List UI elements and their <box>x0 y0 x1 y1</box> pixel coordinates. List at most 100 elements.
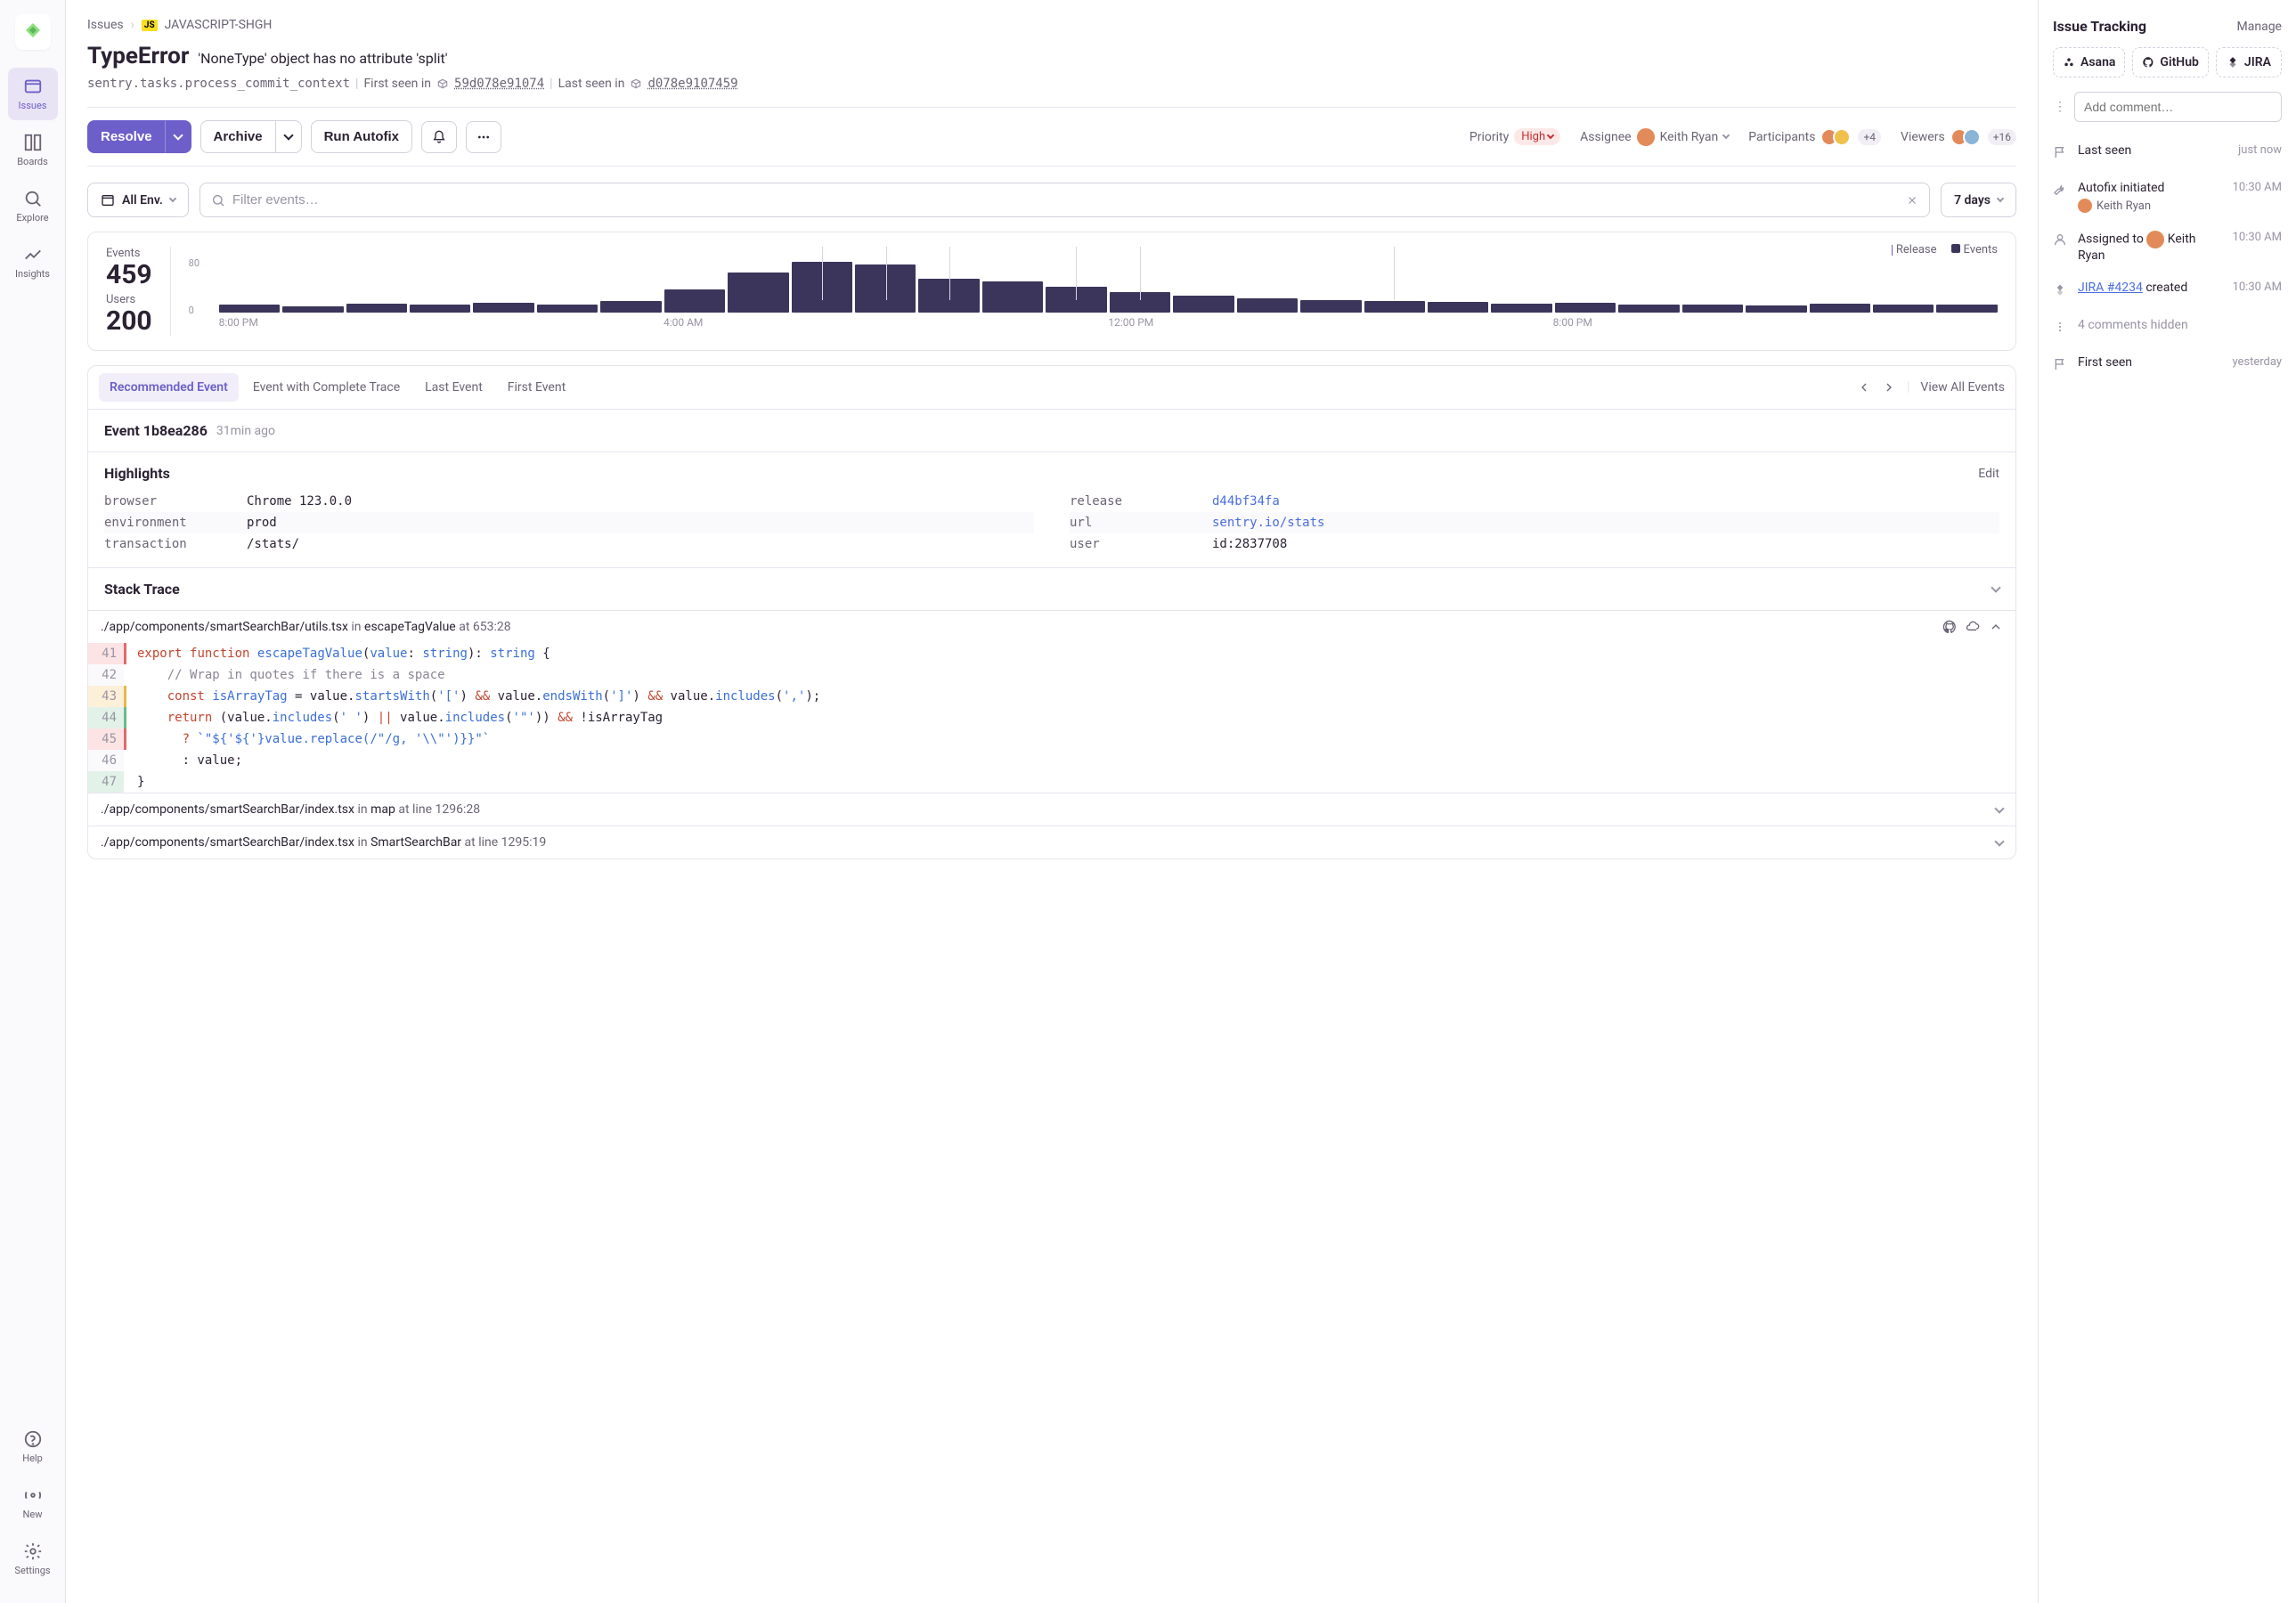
tab-recommended[interactable]: Recommended Event <box>99 373 239 402</box>
archive-button[interactable]: Archive <box>200 120 275 153</box>
resolve-dropdown[interactable] <box>165 120 191 153</box>
notifications-button[interactable] <box>421 121 457 153</box>
nav-issues[interactable]: Issues <box>8 68 58 120</box>
highlight-value: /stats/ <box>247 537 299 551</box>
user-icon <box>2053 232 2069 250</box>
highlight-key: url <box>1070 516 1212 530</box>
events-value: 459 <box>106 260 152 289</box>
jira-icon <box>2053 282 2069 300</box>
avatar <box>1963 128 1981 146</box>
last-seen-version[interactable]: d078e9107459 <box>647 77 737 91</box>
close-icon[interactable] <box>1906 194 1918 207</box>
avatar <box>1637 128 1655 146</box>
priority-group[interactable]: Priority High <box>1470 128 1560 145</box>
assignee-group[interactable]: Assignee Keith Ryan <box>1580 128 1729 146</box>
activity-title: Assigned to Keith Ryan <box>2078 231 2224 263</box>
view-all-events[interactable]: View All Events <box>1920 380 2005 395</box>
chart-bar <box>1873 305 1934 313</box>
boards-icon <box>23 133 43 152</box>
events-search-input[interactable] <box>225 183 1906 216</box>
nav-explore[interactable]: Explore <box>8 180 58 232</box>
frame-header[interactable]: ./app/components/smartSearchBar/index.ts… <box>88 793 2015 826</box>
nav-boards-label: Boards <box>17 156 48 167</box>
chevron-down-icon[interactable] <box>1994 803 2004 813</box>
frame-header[interactable]: ./app/components/smartSearchBar/index.ts… <box>88 826 2015 858</box>
nav-insights[interactable]: Insights <box>8 236 58 289</box>
chevron-down-icon <box>283 130 293 140</box>
highlights-edit[interactable]: Edit <box>1978 467 1999 481</box>
comment-input[interactable] <box>2074 92 2282 122</box>
chart-bar <box>1618 305 1679 313</box>
nav-help[interactable]: Help <box>8 1420 58 1473</box>
priority-badge: High <box>1514 128 1560 145</box>
chevron-down-icon[interactable] <box>1994 836 2004 846</box>
chevron-down-icon <box>1722 132 1730 139</box>
activity-link[interactable]: JIRA #4234 <box>2078 281 2143 295</box>
search-icon <box>211 193 225 207</box>
breadcrumb-root[interactable]: Issues <box>87 18 124 32</box>
participants-group[interactable]: Participants +4 <box>1748 128 1881 146</box>
stats-card: Events 459 Users 200 Release Events 80 0 <box>87 232 2016 351</box>
chevron-down-icon[interactable] <box>1991 582 2000 592</box>
activity-item: 4 comments hidden <box>2053 309 2282 346</box>
chart-bar <box>728 273 788 313</box>
app-logo[interactable] <box>15 14 51 50</box>
dots-icon <box>476 130 491 144</box>
resolve-button[interactable]: Resolve <box>87 120 165 153</box>
tracker-asana[interactable]: Asana <box>2053 47 2125 77</box>
range-filter[interactable]: 7 days <box>1941 183 2016 217</box>
stack-frame: ./app/components/smartSearchBar/index.ts… <box>88 826 2015 858</box>
archive-split: Archive <box>200 120 302 153</box>
events-search <box>199 183 1930 217</box>
legend-release: Release <box>1892 243 1937 256</box>
legend-events: Events <box>1951 243 1998 256</box>
chevron-right-icon[interactable] <box>1882 380 1896 395</box>
archive-dropdown[interactable] <box>275 120 302 153</box>
chart-bar <box>664 289 725 313</box>
highlight-value[interactable]: d44bf34fa <box>1212 494 1280 509</box>
activity-menu[interactable]: ⋮ <box>2053 100 2067 114</box>
issues-icon <box>23 77 43 96</box>
highlight-value[interactable]: sentry.io/stats <box>1212 516 1324 530</box>
activity-time: yesterday <box>2232 355 2282 369</box>
tracking-manage[interactable]: Manage <box>2237 20 2282 34</box>
tracker-github[interactable]: GitHub <box>2132 47 2208 77</box>
github-icon[interactable] <box>1942 620 1957 634</box>
chart-bar <box>1428 302 1488 313</box>
package-icon <box>630 77 642 90</box>
activity-title: First seen <box>2078 355 2223 370</box>
chevron-up-icon[interactable] <box>1989 620 2003 634</box>
activity-item: Autofix initiated Keith Ryan10:30 AM <box>2053 172 2282 222</box>
issue-type: TypeError <box>87 43 189 69</box>
resolve-split: Resolve <box>87 120 191 153</box>
chart-bar <box>1491 304 1551 313</box>
github-icon <box>2142 56 2154 69</box>
nav-settings[interactable]: Settings <box>8 1533 58 1585</box>
more-button[interactable] <box>466 121 501 153</box>
tab-last-event[interactable]: Last Event <box>414 373 493 402</box>
frame-header[interactable]: ./app/components/smartSearchBar/utils.ts… <box>88 611 2015 643</box>
nav-boards[interactable]: Boards <box>8 124 58 176</box>
activity-title: Autofix initiated <box>2078 181 2224 195</box>
package-icon <box>436 77 449 90</box>
activity-item: JIRA #4234 created10:30 AM <box>2053 272 2282 309</box>
chart-bar <box>1237 298 1298 313</box>
insights-icon <box>23 245 43 264</box>
right-panel: Issue Tracking Manage Asana GitHub JIRA <box>2038 0 2296 1603</box>
nav-new[interactable]: New <box>8 1477 58 1529</box>
tracker-jira[interactable]: JIRA <box>2216 47 2282 77</box>
sentry-logo-icon <box>22 21 44 43</box>
highlight-key: browser <box>104 494 247 509</box>
highlight-key: environment <box>104 516 247 530</box>
tab-complete-trace[interactable]: Event with Complete Trace <box>242 373 411 402</box>
cloud-icon[interactable] <box>1966 620 1980 634</box>
activity-title: Last seen <box>2078 143 2229 158</box>
first-seen-version[interactable]: 59d078e91074 <box>454 77 544 91</box>
chevron-down-icon <box>173 130 183 140</box>
chevron-left-icon[interactable] <box>1857 380 1871 395</box>
tab-first-event[interactable]: First Event <box>497 373 576 402</box>
autofix-button[interactable]: Run Autofix <box>311 120 412 153</box>
viewers-group[interactable]: Viewers +16 <box>1901 128 2016 146</box>
nav-settings-label: Settings <box>14 1565 50 1576</box>
env-filter[interactable]: All Env. <box>87 183 189 217</box>
